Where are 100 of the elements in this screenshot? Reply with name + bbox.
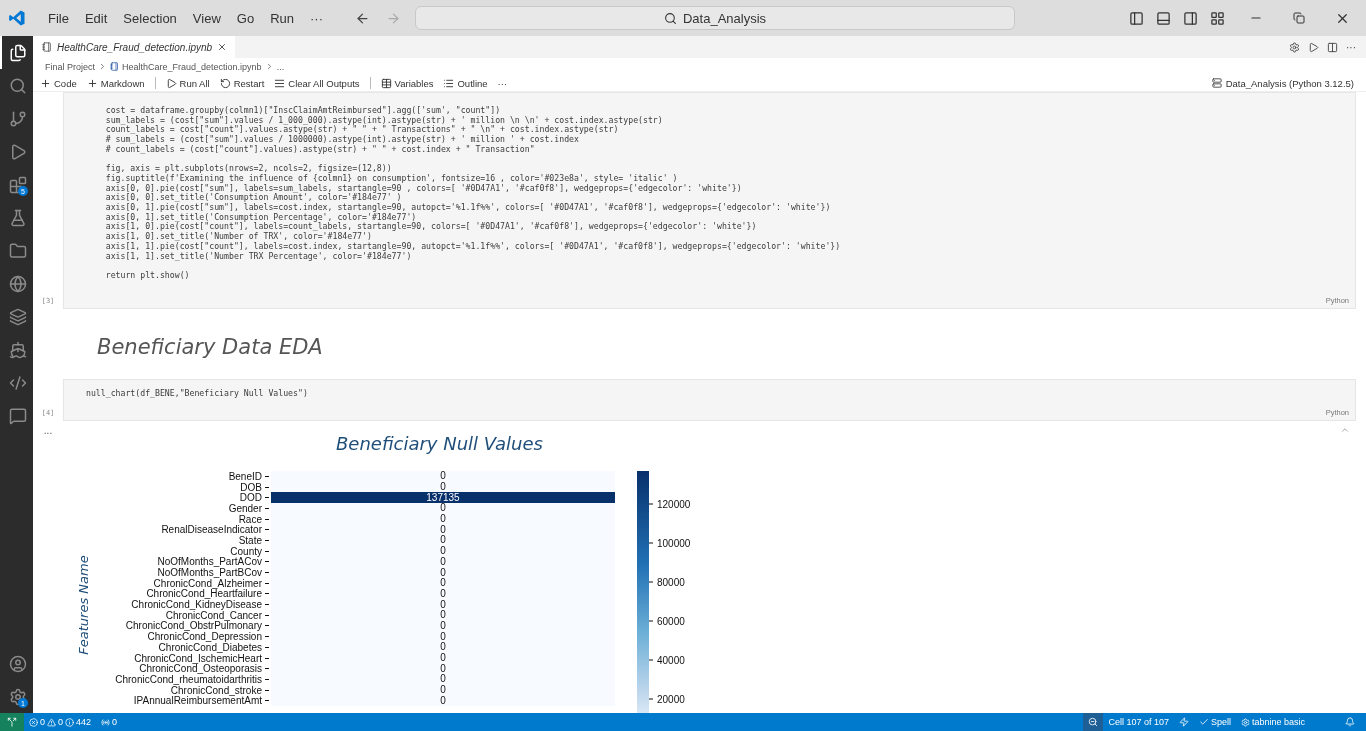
heatmap-cell: 0 (271, 556, 615, 568)
split-icon[interactable] (1327, 41, 1338, 53)
cell-status[interactable]: Cell 107 of 107 (1103, 717, 1174, 727)
row-label: Gender (227, 502, 262, 514)
row-label: County (230, 545, 262, 557)
back-icon[interactable] (355, 10, 370, 26)
panel-left-icon[interactable] (1129, 10, 1144, 26)
globe-icon (8, 274, 27, 293)
remote-icon (7, 717, 17, 727)
row-label: ChronicCond_Depression (147, 631, 262, 643)
row-label: ChronicCond_Diabetes (158, 641, 262, 653)
toolbar-button[interactable]: ··· (497, 77, 508, 89)
clear-icon (274, 77, 286, 89)
chat-icon (8, 406, 27, 425)
code-line: axis[1, 1].set_title('Number TRX Percentage', color='#184e77') (104, 251, 412, 262)
plus-icon (86, 77, 98, 89)
ship-icon (8, 340, 27, 359)
more-button[interactable]: ··· (1346, 41, 1356, 53)
spell-status[interactable]: Spell (1193, 717, 1236, 727)
kernel-picker[interactable]: Data_Analysis (Python 3.12.5) (1211, 77, 1354, 89)
notebook-icon (110, 62, 120, 71)
settings-icon[interactable] (1289, 41, 1300, 53)
colorbar-tick: 40000 (649, 654, 685, 666)
heatmap-cell: 0 (271, 545, 615, 557)
editor-tab[interactable]: HealthCare_Fraud_detection.ipynb (33, 36, 236, 58)
panel-bottom-icon[interactable] (1156, 10, 1171, 26)
section-heading: Beneficiary Data EDA (97, 334, 324, 359)
row-label: ChronicCond_ObstrPulmonary (124, 620, 262, 632)
colorbar-tick: 100000 (649, 537, 691, 549)
code-line: return plt.show() (104, 270, 191, 281)
layout-icon[interactable] (1210, 10, 1225, 26)
menu-item[interactable]: Selection (115, 10, 185, 26)
code-line: axis[1, 0].set_title('Number of TRX', color='#184e77') (104, 232, 372, 242)
colorbar-tick: 120000 (649, 498, 691, 510)
breadcrumb-item[interactable]: Final Project (45, 61, 96, 72)
problems-status[interactable]: 0 0 442 (24, 717, 97, 727)
toolbar-button[interactable]: Outline (443, 77, 488, 89)
code-line: axis[0, 0].pie(cost["sum"], labels=sum_labels, startangle=90 , colors=[ '#0D47A1', '#caf0f8'], wedgeprops={'edgecolor': 'white'}) (104, 183, 743, 194)
blocks-icon (8, 175, 27, 194)
tabnine-status[interactable]: tabnine basic (1235, 717, 1310, 727)
menu-item[interactable]: Run (262, 10, 302, 26)
remote-button[interactable] (0, 713, 24, 731)
output-menu[interactable]: ... (33, 425, 63, 436)
code-line: axis[0, 1].pie(cost["sum"], labels=cost.index, startangle=90, autopct='%1.1f%%', colors=[ '#0D47A1', '#caf0f8'], wedgeprops={'edgecolor': 'white'}) (104, 203, 832, 213)
code-line: null_chart(df_BENE,"Beneficiary Null Values") (86, 388, 309, 399)
zoom-out-icon (1088, 717, 1099, 727)
toolbar-button[interactable]: Run All (165, 77, 210, 89)
heatmap-cell: 0 (271, 695, 615, 707)
menu-item[interactable]: ··· (302, 10, 331, 26)
restart-icon (219, 77, 231, 89)
play-icon[interactable] (1308, 41, 1319, 53)
toolbar-button[interactable]: Clear All Outputs (274, 77, 360, 89)
search-field[interactable]: Data_Analysis (415, 6, 1015, 30)
ports-status[interactable]: 0 (96, 717, 123, 727)
notebook-icon (42, 42, 52, 52)
row-label: DOD (238, 492, 262, 504)
row-label: ChronicCond_Alzheimer (153, 577, 262, 589)
colorbar-tick: 20000 (649, 693, 685, 705)
zoom-button[interactable] (1083, 713, 1104, 731)
breadcrumb-item[interactable]: HealthCare_Fraud_detection.ipynb (122, 61, 262, 72)
row-label: RenalDiseaseIndicator (160, 524, 262, 536)
toolbar-button[interactable]: Restart (219, 77, 265, 89)
code-line: axis[1, 0].pie(cost["count"], labels=count_labels, startangle=90, colors=[ '#0D47A1', '#caf0f8'], wedgeprops={'edgecolor': 'white'}) (104, 222, 758, 233)
heatmap-cell: 137135 (271, 492, 615, 504)
heatmap-cell: 0 (271, 674, 615, 685)
play-icon (165, 77, 177, 89)
heatmap-cell: 0 (271, 524, 615, 536)
row-label: ChronicCond_Osteoporasis (139, 663, 262, 675)
axis-label: Features Name (75, 554, 91, 655)
menu-item[interactable]: Go (228, 10, 263, 26)
toolbar-button[interactable]: Variables (380, 77, 434, 89)
toolbar-button[interactable]: Markdown (86, 77, 145, 89)
heatmap-cell: 0 (271, 471, 615, 482)
code-line: # sum_labels = (cost["sum"].values / 1000000).astype(int).astype(str) + ' million ' + cost.index (104, 135, 579, 145)
info-icon (65, 717, 75, 727)
code-line: axis[0, 0].set_title('Consumption Amount', color='#184e77' ) (104, 193, 402, 203)
menu-item[interactable]: Edit (76, 10, 116, 26)
row-label: ChronicCond_KidneyDisease (130, 599, 262, 611)
heatmap-cell: 0 (271, 577, 615, 589)
breadcrumb-item[interactable]: ... (276, 61, 285, 72)
code-line: axis[0, 1].set_title('Consumption Percentage', color='#184e77') (104, 212, 417, 223)
heatmap-cell: 0 (271, 609, 615, 621)
code-icon (8, 373, 27, 392)
code-line: cost = dataframe.groupby(colmn1)["InscClaimAmtReimbursed"].agg(['sum', "count"]) (104, 106, 502, 116)
heatmap-cell: 0 (271, 481, 615, 493)
chart-title: Beneficiary Null Values (336, 433, 544, 454)
close-icon[interactable] (217, 42, 228, 52)
toolbar-button[interactable]: Code (40, 77, 77, 89)
panel-right-icon[interactable] (1183, 10, 1198, 26)
menu-item[interactable]: File (40, 10, 77, 26)
heatmap-cell: 0 (271, 503, 615, 514)
logo-icon (8, 9, 26, 27)
restore-icon[interactable] (1293, 12, 1305, 24)
row-label: ChronicCond_rheumatoidarthritis (114, 673, 262, 685)
code-line: fig.suptitle(f'Examining the influence of {colmn1} on consumption', fontsize=16 , color='#023e8a', style= 'italic' ) (104, 173, 679, 184)
colorbar-tick: 60000 (649, 615, 685, 627)
code-cell[interactable] (63, 92, 1356, 309)
row-label: State (237, 535, 262, 546)
bolt-icon (1178, 717, 1189, 727)
menu-item[interactable]: View (184, 10, 229, 26)
